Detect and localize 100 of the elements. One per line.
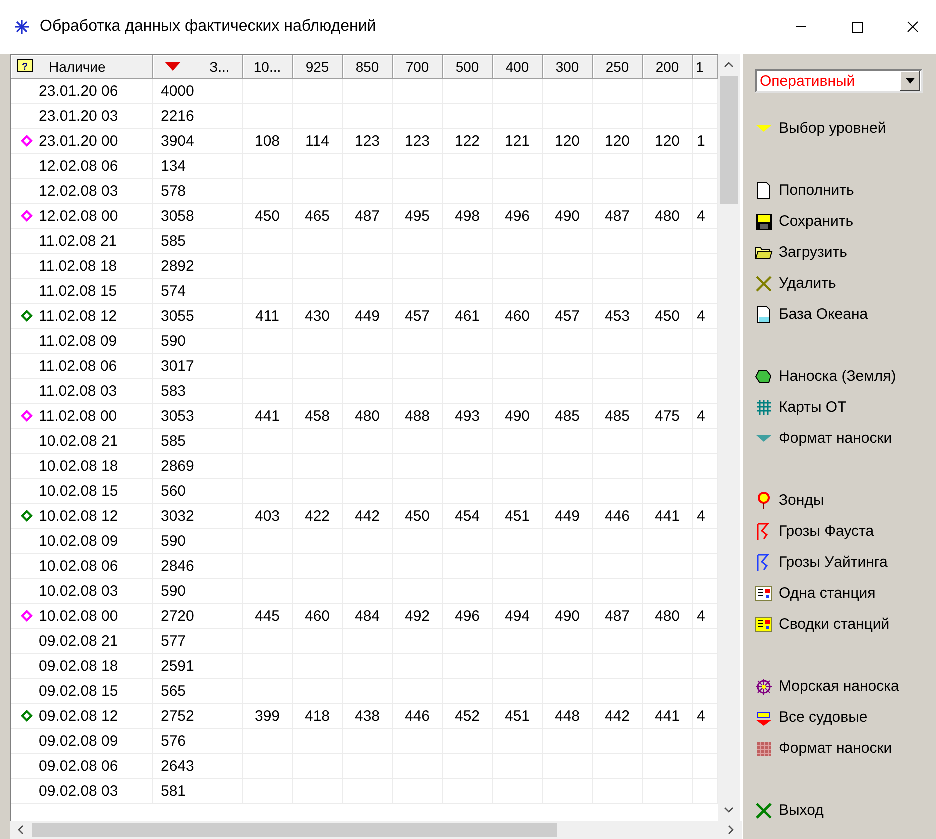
sidebar-command[interactable]: Наноска (Земля) bbox=[755, 361, 924, 392]
table-cell: 11.02.08 03 bbox=[39, 382, 118, 400]
help-icon: ? bbox=[17, 58, 35, 74]
column-header[interactable]: 1 bbox=[693, 55, 718, 79]
table-cell: 480 bbox=[354, 408, 380, 424]
table-cell: 590 bbox=[161, 582, 186, 600]
list-card-icon bbox=[755, 584, 773, 602]
table-cell: 108 bbox=[254, 132, 280, 150]
table-cell: 134 bbox=[161, 158, 186, 174]
empty-table-cell bbox=[343, 79, 393, 104]
sidebar-command[interactable]: Грозы Фауста bbox=[755, 516, 924, 547]
app-icon bbox=[14, 19, 30, 35]
table-cell: 461 bbox=[454, 308, 480, 324]
sidebar-command[interactable]: Удалить bbox=[755, 268, 924, 299]
sidebar-command[interactable]: Одна станция bbox=[755, 578, 924, 609]
table-cell: 3058 bbox=[161, 208, 194, 224]
column-header[interactable]: 250 bbox=[593, 55, 643, 79]
vertical-scrollbar[interactable] bbox=[718, 54, 740, 821]
sidebar-command[interactable]: Сохранить bbox=[755, 206, 924, 237]
table-cell: 445 bbox=[254, 608, 280, 624]
table-cell: 451 bbox=[504, 708, 530, 724]
table-cell: 493 bbox=[454, 408, 480, 424]
scroll-down-icon[interactable] bbox=[724, 807, 734, 813]
table-cell: 09.02.08 12 bbox=[39, 708, 118, 724]
table-cell: 09.02.08 03 bbox=[39, 782, 118, 800]
sidebar-command[interactable]: Загрузить bbox=[755, 237, 924, 268]
window-title: Обработка данных фактических наблюдений bbox=[40, 18, 376, 36]
empty-table-cell bbox=[543, 79, 593, 104]
table-cell: 450 bbox=[254, 208, 280, 224]
table-cell: 114 bbox=[306, 132, 330, 150]
table-cell: 10.02.08 21 bbox=[39, 432, 118, 450]
table-cell: 4000 bbox=[161, 82, 194, 100]
column-header[interactable]: 10... bbox=[243, 55, 293, 79]
sidebar-command[interactable]: Сводки станций bbox=[755, 609, 924, 640]
table-cell: 10.02.08 12 bbox=[39, 508, 118, 524]
sidebar-command[interactable]: Выход bbox=[755, 795, 924, 826]
sidebar-command[interactable]: Выбор уровней bbox=[755, 113, 924, 144]
table-cell: 2752 bbox=[161, 708, 194, 724]
table-cell: 09.02.08 18 bbox=[39, 658, 118, 674]
empty-table-cell bbox=[443, 79, 493, 104]
mode-dropdown[interactable]: Оперативный bbox=[755, 69, 923, 93]
table-cell: 12.02.08 00 bbox=[39, 208, 118, 224]
cross-icon bbox=[755, 274, 773, 292]
table-cell: 475 bbox=[654, 408, 680, 424]
table-cell: 11.02.08 06 bbox=[39, 358, 118, 374]
table-cell: 487 bbox=[604, 208, 630, 224]
table-cell: 490 bbox=[504, 408, 530, 424]
table-cell: 446 bbox=[404, 708, 430, 724]
column-header[interactable]: 925 bbox=[293, 55, 343, 79]
scrollbar-thumb[interactable] bbox=[720, 76, 738, 204]
table-cell: 122 bbox=[454, 132, 480, 150]
column-header[interactable]: З... bbox=[153, 55, 243, 79]
sidebar-command[interactable]: Формат наноски bbox=[755, 423, 924, 454]
table-cell: 10.02.08 15 bbox=[39, 482, 118, 500]
table-cell: 498 bbox=[454, 208, 480, 224]
table-cell: 3053 bbox=[161, 408, 194, 424]
sidebar-command[interactable]: Зонды bbox=[755, 485, 924, 516]
sidebar-command[interactable]: Морская наноска bbox=[755, 671, 924, 702]
table-cell: 120 bbox=[554, 132, 580, 150]
sidebar-command[interactable]: База Океана bbox=[755, 299, 924, 330]
table-cell: 460 bbox=[504, 308, 530, 324]
column-header[interactable]: 200 bbox=[643, 55, 693, 79]
scroll-left-icon[interactable] bbox=[18, 825, 24, 835]
scroll-right-icon[interactable] bbox=[728, 825, 734, 835]
sidebar-command[interactable]: Формат наноски bbox=[755, 733, 924, 764]
table-cell: 487 bbox=[604, 608, 630, 624]
table-cell: 09.02.08 06 bbox=[39, 758, 118, 774]
horizontal-scrollbar[interactable] bbox=[10, 821, 742, 839]
table-cell: 496 bbox=[504, 208, 530, 224]
sidebar-command[interactable]: Пополнить bbox=[755, 175, 924, 206]
scrollbar-thumb[interactable] bbox=[32, 823, 557, 837]
table-cell: 451 bbox=[504, 508, 530, 524]
column-header[interactable]: 500 bbox=[443, 55, 493, 79]
column-header[interactable]: 300 bbox=[543, 55, 593, 79]
column-header[interactable]: 700 bbox=[393, 55, 443, 79]
table-cell: 449 bbox=[554, 508, 580, 524]
sidebar-command[interactable]: Грозы Уайтинга bbox=[755, 547, 924, 578]
column-header[interactable]: 400 bbox=[493, 55, 543, 79]
empty-table-cell bbox=[493, 79, 543, 104]
table-cell: 442 bbox=[354, 508, 380, 524]
table-cell: 11.02.08 15 bbox=[39, 282, 118, 300]
column-header[interactable]: ? Наличие bbox=[11, 55, 153, 79]
sidebar-command[interactable]: Все судовые bbox=[755, 702, 924, 733]
table-cell: 480 bbox=[654, 608, 680, 624]
list-card-icon bbox=[755, 616, 773, 634]
table-cell: 487 bbox=[354, 208, 380, 224]
scroll-up-icon[interactable] bbox=[724, 62, 734, 68]
table-cell: 441 bbox=[654, 708, 680, 724]
table-cell: 441 bbox=[254, 408, 280, 424]
table-cell: 120 bbox=[654, 132, 680, 150]
table-cell: 495 bbox=[404, 208, 430, 224]
balloon-icon bbox=[755, 492, 773, 510]
empty-table-cell bbox=[593, 79, 643, 104]
sidebar-command[interactable]: Карты ОТ bbox=[755, 392, 924, 423]
table-cell: 2216 bbox=[161, 108, 194, 124]
table-cell: 442 bbox=[604, 708, 630, 724]
table-cell: 484 bbox=[354, 608, 380, 624]
column-header[interactable]: 850 bbox=[343, 55, 393, 79]
table-cell: 1 bbox=[697, 132, 706, 150]
table-cell: 10.02.08 00 bbox=[39, 608, 118, 624]
